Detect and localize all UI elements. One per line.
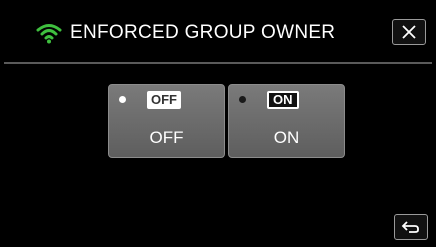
option-on-button[interactable]: ON ON: [228, 84, 345, 158]
on-badge-icon: ON: [267, 91, 299, 109]
page-title: ENFORCED GROUP OWNER: [70, 22, 336, 43]
header-bar: ENFORCED GROUP OWNER: [0, 0, 436, 64]
header-divider: [4, 62, 432, 64]
back-button[interactable]: [394, 214, 428, 240]
option-off-label: OFF: [149, 128, 184, 147]
option-on-label: ON: [273, 128, 300, 147]
unselected-indicator: [239, 96, 246, 103]
wifi-icon: [36, 24, 62, 44]
option-off-button[interactable]: OFF OFF: [108, 84, 225, 158]
close-icon: [402, 25, 416, 39]
off-badge-icon: OFF: [147, 91, 181, 109]
close-button[interactable]: [392, 19, 426, 45]
selected-indicator: [119, 96, 126, 103]
return-icon: [401, 221, 419, 233]
